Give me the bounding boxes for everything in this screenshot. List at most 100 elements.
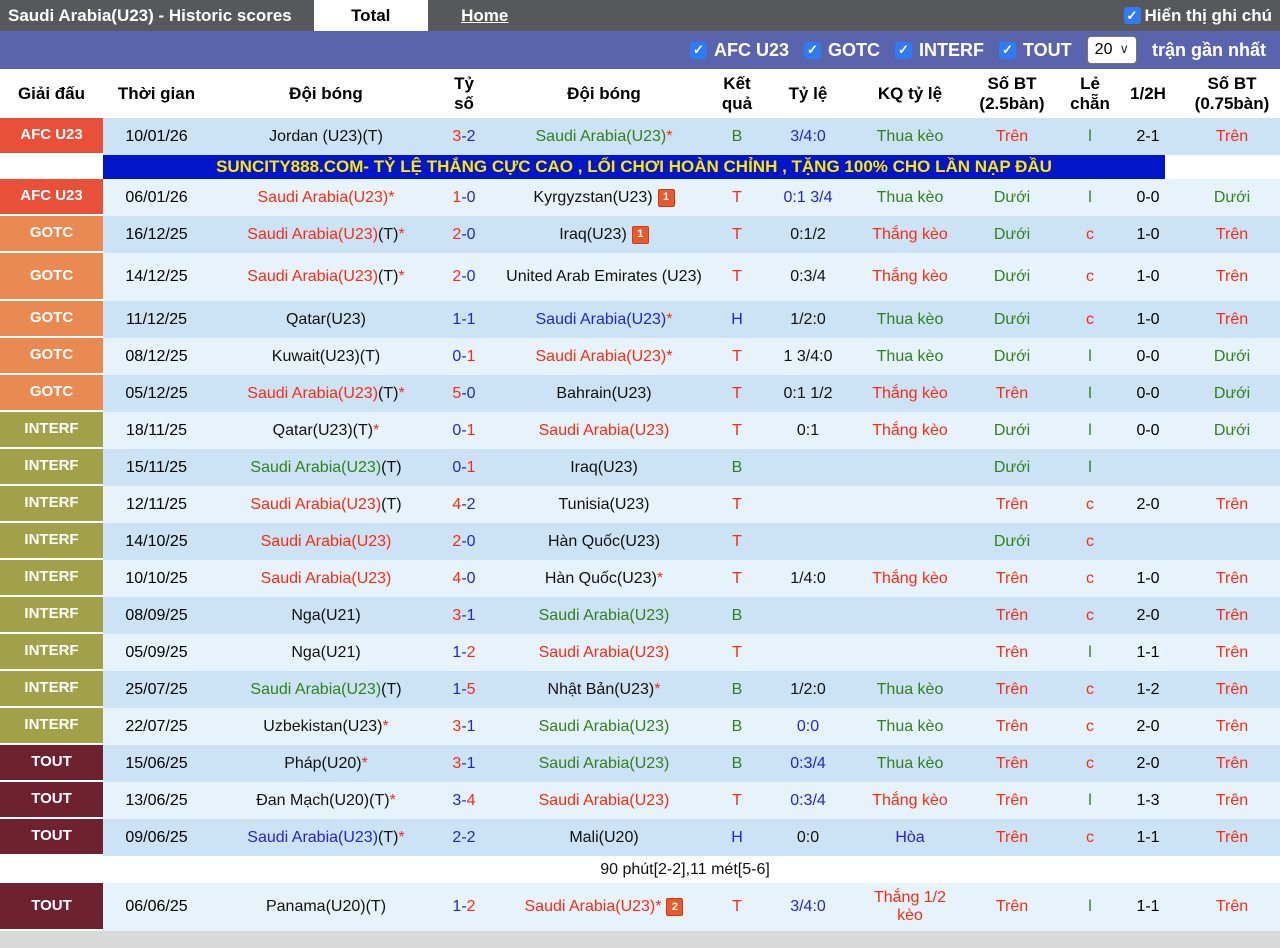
- over-under-2-5: Dưới: [993, 347, 1031, 365]
- filter-afc-u23[interactable]: ✓ AFC U23: [689, 40, 789, 61]
- over-under-0-75: Trên: [1215, 606, 1249, 624]
- filter-interf[interactable]: ✓ INTERF: [895, 40, 984, 61]
- league-badge: INTERF: [0, 486, 103, 523]
- match-row: INTERF 08/09/25 Nga(U21) 3-1 Saudi Arabia(U2…: [0, 597, 1280, 634]
- half-time-score: 2-0: [1136, 495, 1160, 513]
- tab-home[interactable]: Home: [428, 0, 542, 31]
- col-header-ht: 1/2H: [1130, 83, 1166, 103]
- over-under-0-75: Trên: [1215, 310, 1249, 328]
- show-notes-label: Hiển thị ghi chú: [1144, 5, 1273, 25]
- match-date: 14/10/25: [125, 532, 188, 550]
- league-badge: INTERF: [0, 634, 103, 671]
- handicap-result: Thắng 1/2 kèo: [873, 889, 947, 924]
- match-row: TOUT 15/06/25 Pháp(U20) * 3-1 Saudi Arabia(U2…: [0, 745, 1280, 782]
- away-team: Hàn Quốc(U23) *: [544, 569, 664, 587]
- ad-banner[interactable]: SUNCITY888.COM- TỶ LỆ THẮNG CỰC CAO , LỐ…: [103, 155, 1165, 179]
- away-team: Saudi Arabia(U23): [538, 643, 670, 661]
- col-header-kq: KQ tỷ lệ: [877, 83, 943, 103]
- half-time-score: 1-0: [1136, 225, 1160, 243]
- result: B: [731, 754, 743, 772]
- away-team: United Arab Emirates (U23): [506, 268, 702, 286]
- ad-row: SUNCITY888.COM- TỶ LỆ THẮNG CỰC CAO , LỐ…: [0, 155, 1280, 179]
- filter-tout[interactable]: ✓ TOUT: [999, 40, 1072, 61]
- half-time-score: 2-0: [1136, 717, 1160, 735]
- odd-even: l: [1088, 188, 1092, 206]
- result: T: [732, 347, 742, 365]
- col-header-league: Giải đấu: [17, 83, 86, 103]
- tab-total[interactable]: Total: [313, 0, 428, 31]
- result: T: [732, 268, 742, 286]
- checkbox-checked-icon[interactable]: ✓: [804, 41, 821, 59]
- handicap-result: [864, 486, 956, 523]
- match-count-select[interactable]: 20 ∨: [1086, 36, 1137, 64]
- score: 1-1: [452, 310, 476, 328]
- home-team: Saudi Arabia(U23) (T) *: [247, 268, 405, 286]
- handicap-result: Thua kèo: [876, 310, 944, 328]
- home-team: Uzbekistan(U23) *: [263, 717, 389, 735]
- home-team: Saudi Arabia(U23) (T): [250, 680, 402, 698]
- league-badge: INTERF: [0, 560, 103, 597]
- handicap-odds: 0:1 3/4: [783, 188, 833, 206]
- show-notes-toggle[interactable]: ✓ Hiển thị ghi chú: [1123, 0, 1280, 31]
- over-under-2-5: Dưới: [993, 421, 1031, 439]
- note-row: 90 phút[2-2],11 mét[5-6]: [0, 856, 1280, 883]
- checkbox-checked-icon[interactable]: ✓: [895, 41, 912, 59]
- handicap-result: Thắng kèo: [872, 791, 948, 809]
- over-under-2-5: Trên: [995, 717, 1029, 735]
- odd-even: c: [1086, 495, 1094, 513]
- result: H: [731, 828, 743, 846]
- result: B: [731, 127, 743, 145]
- handicap-odds: [752, 523, 864, 560]
- over-under-2-5: Trên: [995, 495, 1029, 513]
- score: 3-1: [452, 754, 476, 772]
- bottom-strip: [0, 931, 1280, 948]
- table-body: AFC U23 10/01/26 Jordan (U23)(T) 3-2 Saudi A…: [0, 118, 1280, 931]
- col-header-away: Đội bóng: [567, 83, 641, 103]
- home-team: Panama(U20)(T): [265, 898, 387, 916]
- result: T: [732, 225, 742, 243]
- over-under-0-75: Trên: [1215, 680, 1249, 698]
- result: T: [732, 421, 742, 439]
- score: 0-1: [452, 347, 476, 365]
- league-badge: GOTC: [0, 301, 103, 338]
- result: T: [732, 384, 742, 402]
- handicap-result: Thua kèo: [876, 680, 944, 698]
- checkbox-checked-icon[interactable]: ✓: [999, 41, 1016, 59]
- result: T: [732, 495, 742, 513]
- match-date: 25/07/25: [125, 680, 188, 698]
- checkbox-checked-icon[interactable]: ✓: [1123, 7, 1141, 24]
- handicap-result: Hòa: [895, 828, 925, 846]
- home-team: Kuwait(U23)(T): [271, 347, 381, 365]
- over-under-0-75: Dưới: [1213, 384, 1251, 402]
- match-row: INTERF 18/11/25 Qatar(U23)(T) * 0-1 Saudi Ara…: [0, 412, 1280, 449]
- over-under-0-75: Trên: [1215, 268, 1249, 286]
- match-row: INTERF 14/10/25 Saudi Arabia(U23) 2-0 Hàn Qu…: [0, 523, 1280, 560]
- half-time-score: 0-0: [1136, 347, 1160, 365]
- col-header-date: Thời gian: [117, 83, 196, 103]
- league-badge: GOTC: [0, 216, 103, 253]
- league-badge: TOUT: [0, 782, 103, 819]
- odd-even: c: [1086, 532, 1094, 550]
- league-badge: INTERF: [0, 523, 103, 560]
- score: 0-1: [452, 458, 476, 476]
- away-team: Saudi Arabia(U23): [538, 421, 670, 439]
- score: 1-2: [452, 643, 476, 661]
- home-team: Saudi Arabia(U23): [260, 532, 392, 550]
- filter-gotc[interactable]: ✓ GOTC: [804, 40, 880, 61]
- home-team: Nga(U21): [291, 606, 361, 624]
- handicap-result: [864, 449, 956, 486]
- over-under-0-75: [1184, 449, 1280, 486]
- over-under-0-75: [1184, 523, 1280, 560]
- over-under-2-5: Dưới: [993, 225, 1031, 243]
- handicap-result: [864, 634, 956, 671]
- half-time-score: 1-0: [1136, 569, 1160, 587]
- match-date: 10/10/25: [125, 569, 188, 587]
- note-text: 90 phút[2-2],11 mét[5-6]: [600, 860, 770, 878]
- handicap-result: Thua kèo: [876, 188, 944, 206]
- match-row: INTERF 12/11/25 Saudi Arabia(U23) (T) 4-2 Tun…: [0, 486, 1280, 523]
- checkbox-checked-icon[interactable]: ✓: [689, 41, 707, 59]
- result: T: [732, 188, 742, 206]
- handicap-odds: 1 3/4:0: [783, 347, 833, 365]
- result: H: [731, 310, 743, 328]
- home-team: Đan Mạch(U20)(T) *: [256, 791, 396, 809]
